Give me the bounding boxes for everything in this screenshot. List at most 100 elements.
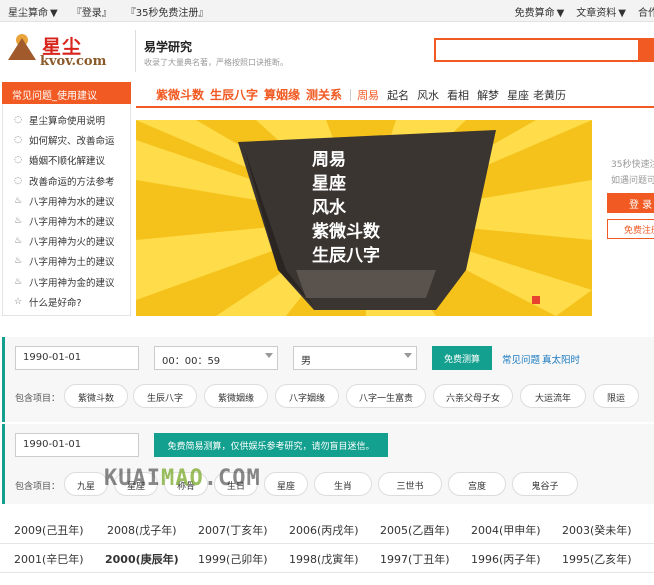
include-label: 包含项目： <box>15 482 61 492</box>
year-link[interactable]: 2004(甲申年) <box>471 522 541 538</box>
pill-zodiac[interactable]: 星座 <box>264 472 308 496</box>
nav-horoscope[interactable]: 星座 <box>507 87 529 103</box>
chat-bubble-icon: ◌ <box>14 115 22 126</box>
register-link[interactable]: 『35秒免费注册』 <box>126 4 209 19</box>
solar-time-link[interactable]: 真太阳时 <box>542 352 580 366</box>
hero-banner[interactable]: 周易 星座 风水 紫微斗数 生辰八字 <box>136 120 592 316</box>
watermark-part: MAO <box>160 466 204 491</box>
flame-icon: ♨ <box>13 195 23 206</box>
gender-select[interactable]: 男 <box>293 346 417 370</box>
sidebar-item-fire[interactable]: ♨ 八字用神为火的建议 <box>3 231 130 251</box>
pill-bazi[interactable]: 生辰八字 <box>133 384 197 408</box>
pill-palace[interactable]: 宫度 <box>448 472 506 496</box>
year-link[interactable]: 2005(乙酉年) <box>380 522 450 538</box>
top-bar-right: 免费算命 ▼ 文章资料 ▼ 合作 <box>515 4 654 19</box>
year-link[interactable]: 2006(丙戌年) <box>289 522 359 538</box>
site-name: 易学研究 <box>144 40 193 54</box>
pill-bazi-marriage[interactable]: 八字姻缘 <box>275 384 339 408</box>
nav-dreams[interactable]: 解梦 <box>477 87 499 103</box>
pill-shengxiao[interactable]: 生肖 <box>314 472 372 496</box>
sidebar-item-usage[interactable]: ◌ 星尘算命使用说明 <box>3 110 130 130</box>
sidebar-item-marriage[interactable]: ◌ 婚姻不顺化解建议 <box>3 150 130 170</box>
register-button[interactable]: 免费注册 <box>607 219 654 239</box>
top-bar-left: 星尘算命 ▼ 『登录』 『35秒免费注册』 <box>8 4 208 19</box>
chat-bubble-icon: ◌ <box>14 135 22 146</box>
flame-icon: ♨ <box>13 276 23 287</box>
pill-family[interactable]: 六亲父母子女 <box>433 384 513 408</box>
year-link[interactable]: 1998(戊寅年) <box>289 551 359 567</box>
faq-header[interactable]: 常见问题_使用建议 <box>2 82 131 104</box>
main-nav: 紫微斗数 生辰八字 算姻缘 测关系 周易 起名 风水 看相 解梦 星座 老黄历 <box>156 86 574 103</box>
sidebar-item-metal[interactable]: ♨ 八字用神为金的建议 <box>3 272 130 292</box>
login-panel: 35秒快速注 如遇问题可 登 录 免费注册 <box>605 155 654 245</box>
sidebar-item-improve[interactable]: ◌ 改善命运的方法参考 <box>3 171 130 191</box>
nav-underline <box>136 106 654 108</box>
sidebar-item-resolve[interactable]: ◌ 如何解灾、改善命运 <box>3 130 130 150</box>
banner-line: 紫微斗数 <box>312 222 380 242</box>
nav-zhouyi[interactable]: 周易 <box>357 87 379 103</box>
nav-marriage[interactable]: 算姻缘 <box>264 86 300 103</box>
nav-fengshui[interactable]: 风水 <box>417 87 439 103</box>
star-icon: ☆ <box>13 296 23 307</box>
carousel-dot[interactable] <box>532 296 540 304</box>
sidebar-item-water[interactable]: ♨ 八字用神为水的建议 <box>3 191 130 211</box>
site-description: 收录了大量典名著，严格按照口诀推断。 <box>144 58 288 67</box>
simple-date-field[interactable]: 1990-01-01 <box>15 433 139 457</box>
sidebar-item-good-fate[interactable]: ☆ 什么是好命? <box>3 292 130 312</box>
year-link[interactable]: 2009(己丑年) <box>14 522 84 538</box>
faq-link[interactable]: 常见问题 <box>502 352 540 366</box>
pill-wealth[interactable]: 八字一生富贵 <box>346 384 426 408</box>
pill-luck[interactable]: 大运流年 <box>520 384 586 408</box>
watermark-part: .COM <box>203 466 261 491</box>
chevron-down-icon: ▼ <box>50 8 58 19</box>
articles-menu[interactable]: 文章资料 ▼ <box>576 4 626 19</box>
login-button[interactable]: 登 录 <box>607 193 654 213</box>
flame-icon: ♨ <box>13 256 23 267</box>
sidebar-item-label: 什么是好命? <box>29 297 82 309</box>
year-link[interactable]: 1999(己卯年) <box>198 551 268 567</box>
sidebar-item-label: 八字用神为水的建议 <box>29 196 115 208</box>
year-row: 2001(辛巳年) 2000(庚辰年) 1999(己卯年) 1998(戊寅年) … <box>0 545 654 573</box>
nav-relations[interactable]: 测关系 <box>306 86 342 103</box>
banner-line: 风水 <box>312 198 346 218</box>
gender-value: 男 <box>301 356 311 367</box>
simple-calc-button[interactable]: 免费简易测算，仅供娱乐参考研究，请勿盲目迷信。 <box>154 433 388 457</box>
year-link[interactable]: 2008(戊子年) <box>107 522 177 538</box>
pill-ziwei[interactable]: 紫微斗数 <box>64 384 128 408</box>
help-hint: 如遇问题可 <box>611 176 654 186</box>
pill-jiuxing[interactable]: 九星 <box>64 472 108 496</box>
site-logo[interactable]: 星尘 kvov.com <box>6 30 131 70</box>
search-button[interactable] <box>638 38 654 62</box>
flame-icon: ♨ <box>13 236 23 247</box>
faq-sidebar: ◌ 星尘算命使用说明 ◌ 如何解灾、改善命运 ◌ 婚姻不顺化解建议 ◌ 改善命运的方法参… <box>2 104 131 316</box>
birth-form-panel: 1990-01-01 00：00：59 男 免费测算 常见问题 真太阳时 包含项… <box>2 337 654 422</box>
year-link[interactable]: 2007(丁亥年) <box>198 522 268 538</box>
pill-three-lives[interactable]: 三世书 <box>378 472 442 496</box>
nav-almanac[interactable]: 老黄历 <box>533 87 566 103</box>
nav-ziwei[interactable]: 紫微斗数 <box>156 86 204 103</box>
partner-link[interactable]: 合作 <box>638 4 654 19</box>
nav-bazi[interactable]: 生辰八字 <box>210 86 258 103</box>
free-fortune-menu[interactable]: 免费算命 ▼ <box>515 4 565 19</box>
brand-menu[interactable]: 星尘算命 ▼ <box>8 4 58 19</box>
pill-guiguzi[interactable]: 鬼谷子 <box>512 472 578 496</box>
year-link[interactable]: 2003(癸未年) <box>562 522 632 538</box>
banner-text: 周易 星座 风水 紫微斗数 生辰八字 <box>312 148 380 268</box>
birth-date-field[interactable]: 1990-01-01 <box>15 346 139 370</box>
year-link[interactable]: 2001(辛巳年) <box>14 551 84 567</box>
year-link[interactable]: 1995(乙亥年) <box>562 551 632 567</box>
watermark: KUAIMAO.COM <box>104 466 261 491</box>
birth-time-select[interactable]: 00：00：59 <box>154 346 278 370</box>
login-link[interactable]: 『登录』 <box>72 4 112 19</box>
pill-limit[interactable]: 限运 <box>593 384 639 408</box>
pill-ziwei-marriage[interactable]: 紫微姻缘 <box>204 384 268 408</box>
sidebar-item-wood[interactable]: ♨ 八字用神为木的建议 <box>3 211 130 231</box>
year-link[interactable]: 1996(丙子年) <box>471 551 541 567</box>
year-link-selected[interactable]: 2000(庚辰年) <box>105 551 179 567</box>
search-input[interactable] <box>434 38 640 62</box>
free-calc-button[interactable]: 免费测算 <box>432 346 492 370</box>
sidebar-item-earth[interactable]: ♨ 八字用神为土的建议 <box>3 251 130 271</box>
nav-physiognomy[interactable]: 看相 <box>447 87 469 103</box>
year-link[interactable]: 1997(丁丑年) <box>380 551 450 567</box>
nav-naming[interactable]: 起名 <box>387 87 409 103</box>
